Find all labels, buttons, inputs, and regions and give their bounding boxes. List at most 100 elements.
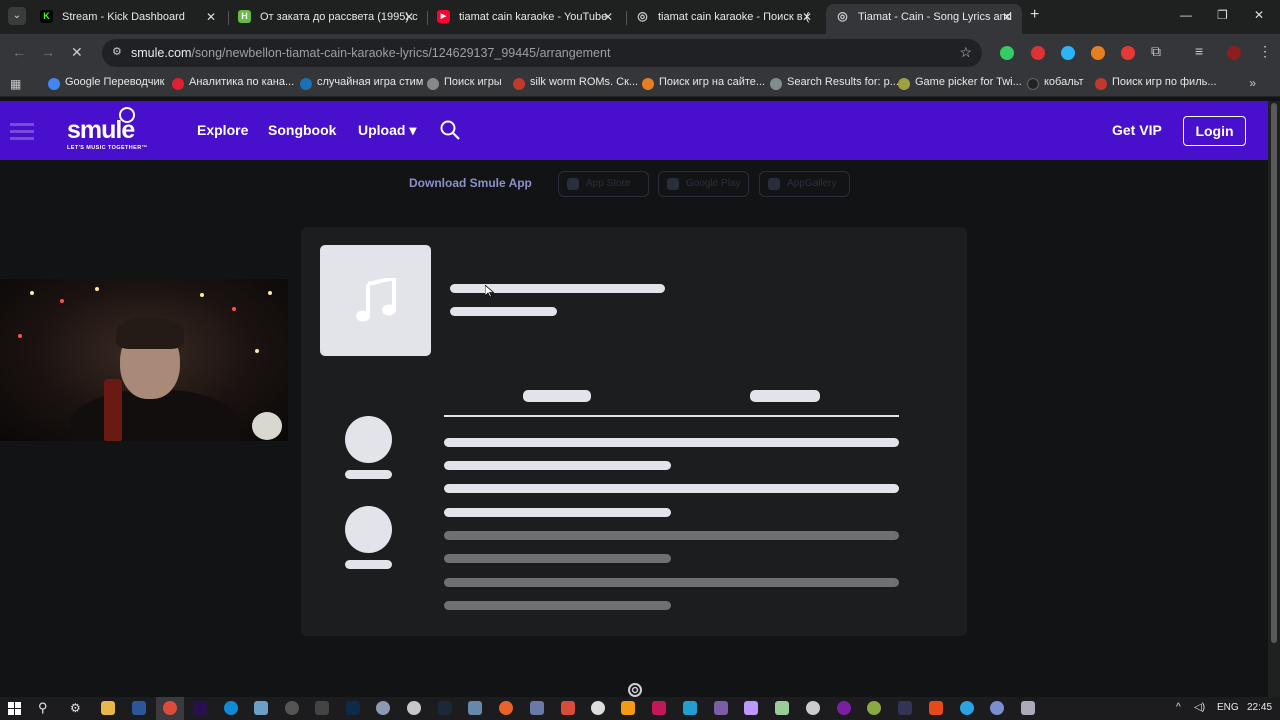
- tab-skeleton: [523, 390, 591, 402]
- restore-button[interactable]: ❐: [1217, 8, 1228, 22]
- bookmark-item[interactable]: случайная игра стим: [300, 76, 423, 90]
- calculator-icon[interactable]: [468, 701, 482, 715]
- site-info-icon[interactable]: ⚙: [112, 45, 126, 59]
- extensions-puzzle-icon[interactable]: ⧉: [1151, 43, 1161, 60]
- taskbar-search-icon[interactable]: ⚲: [38, 700, 48, 716]
- close-icon[interactable]: ✕: [1002, 4, 1012, 30]
- search-icon[interactable]: [440, 120, 460, 140]
- stop-loading-icon[interactable]: ✕: [71, 44, 83, 61]
- nav-explore[interactable]: Explore: [197, 122, 248, 138]
- tab-title: Stream - Kick Dashboard: [62, 11, 185, 23]
- app-icon[interactable]: [499, 701, 513, 715]
- minimize-button[interactable]: —: [1180, 8, 1192, 22]
- url-text[interactable]: smule.com/song/newbellon-tiamat-cain-kar…: [131, 46, 610, 60]
- settings-icon[interactable]: ⚙: [70, 701, 81, 715]
- hdrezka-icon: H: [238, 10, 251, 23]
- close-icon[interactable]: ✕: [404, 4, 414, 30]
- back-button[interactable]: ←: [12, 44, 26, 60]
- premiere-icon[interactable]: [193, 701, 207, 715]
- apps-grid-icon[interactable]: ▦: [10, 77, 21, 91]
- app-icon[interactable]: [744, 701, 758, 715]
- nav-upload[interactable]: Upload ▾: [358, 122, 416, 139]
- page-scrollbar[interactable]: [1268, 101, 1280, 697]
- artist-skeleton: [450, 307, 557, 316]
- brave-icon[interactable]: [929, 701, 943, 715]
- profile-avatar[interactable]: [1227, 46, 1241, 60]
- app-icon[interactable]: [1021, 701, 1035, 715]
- tab-smule[interactable]: ◎ Tiamat - Cain - Song Lyrics and ✕: [826, 4, 1022, 34]
- language-indicator[interactable]: ENG: [1217, 702, 1239, 713]
- close-icon[interactable]: ✕: [206, 4, 216, 30]
- new-tab-button[interactable]: +: [1030, 6, 1039, 24]
- chrome-icon[interactable]: [163, 701, 177, 715]
- app-icon[interactable]: [591, 701, 605, 715]
- google-play-button[interactable]: Google Play: [658, 171, 749, 197]
- extension-icon[interactable]: [1000, 46, 1014, 60]
- extension-icon[interactable]: [1061, 46, 1075, 60]
- app-icon[interactable]: [376, 701, 390, 715]
- login-button[interactable]: Login: [1183, 116, 1246, 146]
- close-icon[interactable]: ✕: [603, 4, 613, 30]
- get-vip-link[interactable]: Get VIP: [1112, 122, 1162, 138]
- app-icon[interactable]: [561, 701, 575, 715]
- app-icon[interactable]: [714, 701, 728, 715]
- app-icon[interactable]: [315, 701, 329, 715]
- extension-icon[interactable]: [1121, 46, 1135, 60]
- bookmark-item[interactable]: Google Переводчик: [48, 76, 165, 90]
- app-icon[interactable]: [621, 701, 635, 715]
- app-icon[interactable]: [867, 701, 881, 715]
- hamburger-menu-icon[interactable]: [10, 123, 34, 140]
- windows-start-icon[interactable]: [8, 702, 21, 715]
- bookmark-item[interactable]: Game picker for Twi...: [898, 76, 1022, 90]
- bookmark-item[interactable]: Поиск игры: [427, 76, 502, 90]
- nav-songbook[interactable]: Songbook: [268, 122, 336, 138]
- app-icon[interactable]: [530, 701, 544, 715]
- bookmark-item[interactable]: Поиск игр по филь...: [1095, 76, 1217, 90]
- tab-title: tiamat cain karaoke - Поиск в (: [658, 11, 810, 23]
- more-bookmarks-icon[interactable]: »: [1249, 76, 1256, 90]
- menu-dots-icon[interactable]: ⋮: [1258, 43, 1272, 60]
- app-icon[interactable]: [254, 701, 268, 715]
- word-icon[interactable]: [132, 701, 146, 715]
- photoshop-icon[interactable]: [346, 701, 360, 715]
- app-icon[interactable]: [775, 701, 789, 715]
- close-window-button[interactable]: ✕: [1254, 8, 1264, 22]
- media-control-icon[interactable]: ≡: [1195, 43, 1203, 59]
- obs-icon[interactable]: [285, 701, 299, 715]
- lyrics-line-skeleton: [444, 554, 671, 563]
- bookmark-star-icon[interactable]: ☆: [959, 44, 972, 61]
- app-icon[interactable]: [407, 701, 421, 715]
- tab-youtube[interactable]: ▶ tiamat cain karaoke - YouTube ✕: [427, 4, 623, 34]
- bookmark-item[interactable]: Search Results for: p...: [770, 76, 899, 90]
- app-icon[interactable]: [837, 701, 851, 715]
- app-gallery-button[interactable]: AppGallery: [759, 171, 850, 197]
- file-explorer-icon[interactable]: [101, 701, 115, 715]
- tab-movie[interactable]: H От заката до рассвета (1995) с ✕: [228, 4, 424, 34]
- app-icon[interactable]: [990, 701, 1004, 715]
- tab-search-button[interactable]: ⌄: [8, 7, 26, 25]
- app-store-button[interactable]: App Store: [558, 171, 649, 197]
- edge-icon[interactable]: [224, 701, 238, 715]
- app-icon[interactable]: [898, 701, 912, 715]
- tab-search[interactable]: ◎ tiamat cain karaoke - Поиск в ( ✕: [626, 4, 822, 34]
- tab-kick-dashboard[interactable]: K Stream - Kick Dashboard ✕: [30, 4, 226, 34]
- steam-icon[interactable]: [438, 701, 452, 715]
- extension-icon[interactable]: [1031, 46, 1045, 60]
- tray-chevron-icon[interactable]: ^: [1176, 702, 1181, 713]
- app-icon[interactable]: [652, 701, 666, 715]
- close-icon[interactable]: ✕: [802, 4, 812, 30]
- volume-icon[interactable]: ◁): [1194, 702, 1205, 713]
- app-gallery-icon: [768, 178, 780, 190]
- bookmark-item[interactable]: кобальт: [1027, 76, 1084, 90]
- clock[interactable]: 22:45: [1247, 702, 1272, 713]
- smule-logo[interactable]: smule LET'S MUSIC TOGETHER™: [67, 107, 157, 154]
- bookmark-item[interactable]: silk worm ROMs. Ск...: [513, 76, 638, 90]
- app-icon[interactable]: [806, 701, 820, 715]
- bookmark-item[interactable]: Поиск игр на сайте...: [642, 76, 765, 90]
- forward-button[interactable]: →: [41, 44, 55, 60]
- address-bar[interactable]: ⚙ smule.com/song/newbellon-tiamat-cain-k…: [102, 39, 982, 67]
- extension-icon[interactable]: [1091, 46, 1105, 60]
- bookmark-item[interactable]: Аналитика по кана...: [172, 76, 294, 90]
- telegram-icon[interactable]: [960, 701, 974, 715]
- app-icon[interactable]: [683, 701, 697, 715]
